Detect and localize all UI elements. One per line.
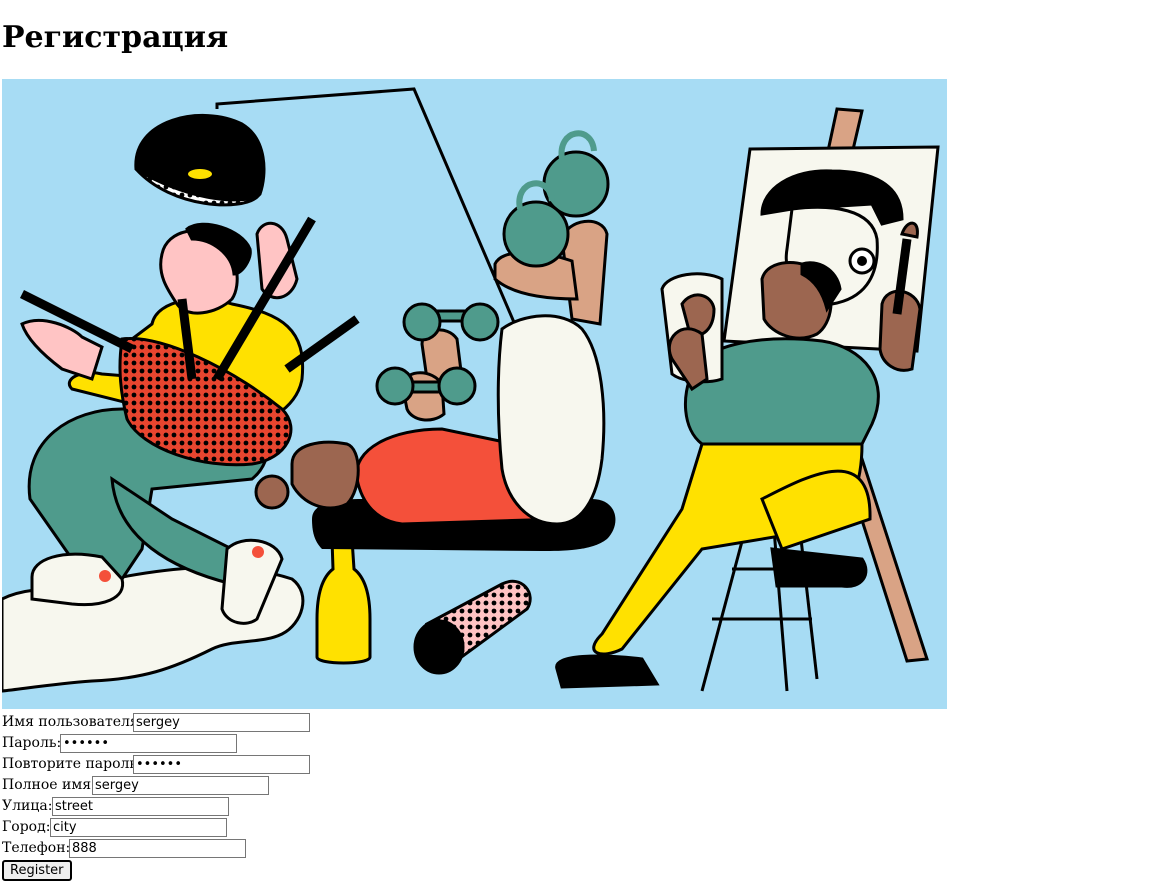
- password-label: Пароль:: [2, 735, 62, 751]
- form-row-phone: Телефон:: [2, 838, 246, 859]
- city-label: Город:: [2, 819, 51, 835]
- form-row-username: Имя пользователя:: [2, 712, 310, 733]
- street-input[interactable]: [52, 797, 229, 816]
- register-button[interactable]: Register: [2, 860, 72, 881]
- password-input[interactable]: [60, 734, 237, 753]
- phone-label: Телефон:: [2, 840, 71, 856]
- hero-illustration: [2, 79, 947, 709]
- city-input[interactable]: [50, 818, 227, 837]
- confirm-password-label: Повторите пароль:: [2, 756, 142, 772]
- phone-input[interactable]: [69, 839, 246, 858]
- username-label: Имя пользователя:: [2, 714, 144, 730]
- username-input[interactable]: [133, 713, 310, 732]
- form-row-city: Город:: [2, 817, 227, 838]
- fullname-label: Полное имя:: [2, 777, 96, 793]
- street-label: Улица:: [2, 798, 53, 814]
- confirm-password-input[interactable]: [133, 755, 310, 774]
- form-row-confirm-password: Повторите пароль:: [2, 754, 310, 775]
- form-row-fullname: Полное имя:: [2, 775, 269, 796]
- form-row-password: Пароль:: [2, 733, 237, 754]
- form-row-street: Улица:: [2, 796, 229, 817]
- fullname-input[interactable]: [92, 776, 269, 795]
- page-title: Регистрация: [2, 20, 229, 55]
